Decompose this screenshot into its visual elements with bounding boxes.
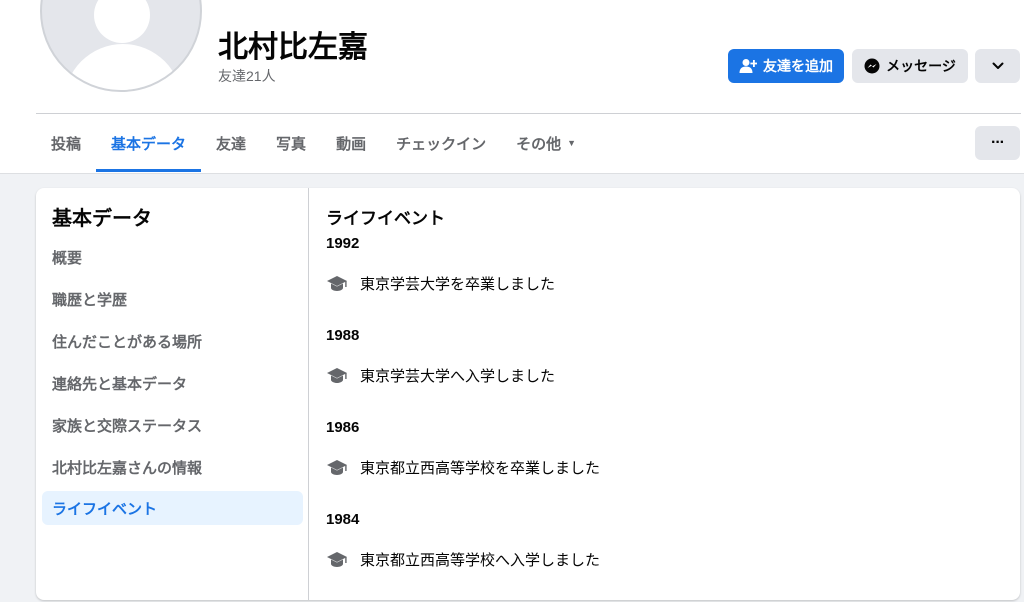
- sidebar-item-places-lived[interactable]: 住んだことがある場所: [42, 324, 303, 358]
- tab-more[interactable]: その他 ▼: [501, 114, 591, 172]
- ellipsis-icon: ···: [991, 134, 1005, 151]
- profile-header: 北村比左嘉 友達21人 友達を追加 メッセージ 投稿 基本データ 友達 写真 動…: [0, 0, 1024, 174]
- sidebar-item-life-events[interactable]: ライフイベント: [42, 491, 303, 525]
- profile-tabs: 投稿 基本データ 友達 写真 動画 チェックイン その他 ▼: [36, 114, 591, 172]
- tab-about[interactable]: 基本データ: [96, 114, 202, 172]
- sidebar-item-work-education[interactable]: 職歴と学歴: [42, 282, 303, 316]
- life-event-item[interactable]: 東京都立西高等学校へ入学しました: [326, 548, 600, 570]
- about-sidebar: 基本データ 概要 職歴と学歴 住んだことがある場所 連絡先と基本データ 家族と交…: [36, 188, 309, 600]
- avatar[interactable]: [40, 0, 202, 92]
- tab-friends[interactable]: 友達: [201, 114, 261, 172]
- sidebar-item-details[interactable]: 北村比左嘉さんの情報: [42, 450, 303, 484]
- tab-label: 動画: [336, 135, 367, 153]
- life-event-text: 東京学芸大学を卒業しました: [360, 275, 556, 293]
- tab-label: チェックイン: [396, 135, 487, 153]
- sidebar-item-label: 概要: [52, 249, 83, 267]
- graduation-cap-icon: [327, 368, 347, 383]
- graduation-cap-icon: [327, 552, 347, 567]
- tab-photos[interactable]: 写真: [261, 114, 321, 172]
- tab-posts[interactable]: 投稿: [36, 114, 96, 172]
- add-friend-icon: [739, 59, 757, 73]
- graduation-cap-icon: [327, 460, 347, 475]
- event-year: 1992: [326, 235, 360, 252]
- about-card: 基本データ 概要 職歴と学歴 住んだことがある場所 連絡先と基本データ 家族と交…: [36, 188, 1020, 600]
- avatar-head-shape: [94, 0, 150, 43]
- sidebar-title: 基本データ: [52, 208, 152, 230]
- life-event-text: 東京都立西高等学校へ入学しました: [360, 551, 601, 569]
- tab-label: 基本データ: [111, 135, 187, 153]
- sidebar-item-overview[interactable]: 概要: [42, 240, 303, 274]
- profile-options-button[interactable]: [975, 49, 1020, 83]
- tab-label: 友達: [216, 135, 247, 153]
- avatar-body-shape: [64, 44, 182, 90]
- friends-count[interactable]: 友達21人: [218, 66, 276, 86]
- chevron-down-icon: [992, 62, 1003, 69]
- caret-down-icon: ▼: [567, 138, 577, 148]
- life-event-item[interactable]: 東京学芸大学へ入学しました: [326, 364, 555, 386]
- sidebar-item-label: 住んだことがある場所: [52, 333, 203, 351]
- sidebar-item-label: 家族と交際ステータス: [52, 417, 203, 435]
- tab-label: その他: [516, 135, 562, 153]
- sidebar-item-label: ライフイベント: [52, 500, 158, 518]
- add-friend-label: 友達を追加: [763, 58, 833, 74]
- life-event-text: 東京都立西高等学校を卒業しました: [360, 459, 601, 477]
- tab-checkins[interactable]: チェックイン: [381, 114, 501, 172]
- life-event-item[interactable]: 東京学芸大学を卒業しました: [326, 272, 555, 294]
- more-options-button[interactable]: ···: [975, 126, 1020, 160]
- tab-label: 投稿: [51, 135, 82, 153]
- event-year: 1988: [326, 327, 360, 344]
- message-label: メッセージ: [886, 58, 956, 74]
- event-year: 1986: [326, 419, 360, 436]
- tab-label: 写真: [276, 135, 307, 153]
- event-year: 1984: [326, 511, 360, 528]
- graduation-cap-icon: [327, 276, 347, 291]
- sidebar-item-label: 職歴と学歴: [52, 291, 128, 309]
- life-event-item[interactable]: 東京都立西高等学校を卒業しました: [326, 456, 600, 478]
- sidebar-item-label: 北村比左嘉さんの情報: [52, 459, 203, 477]
- messenger-icon: [864, 58, 880, 74]
- sidebar-item-label: 連絡先と基本データ: [52, 375, 188, 393]
- sidebar-item-contact-basic-info[interactable]: 連絡先と基本データ: [42, 366, 303, 400]
- life-event-text: 東京学芸大学へ入学しました: [360, 367, 556, 385]
- tab-videos[interactable]: 動画: [321, 114, 381, 172]
- section-title: ライフイベント: [326, 209, 445, 228]
- add-friend-button[interactable]: 友達を追加: [728, 49, 844, 83]
- message-button[interactable]: メッセージ: [852, 49, 968, 83]
- life-events-section: ライフイベント 1992 東京学芸大学を卒業しました 1988 東京学芸大学へ入…: [326, 188, 1016, 600]
- sidebar-item-family-relationships[interactable]: 家族と交際ステータス: [42, 408, 303, 442]
- profile-name: 北村比左嘉: [218, 31, 368, 64]
